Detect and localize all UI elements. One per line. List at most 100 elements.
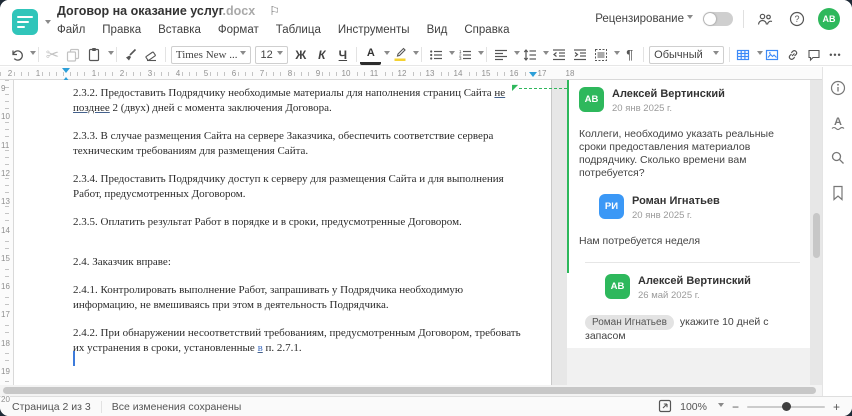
- help-button[interactable]: ?: [786, 8, 808, 30]
- app-logo-button[interactable]: [12, 9, 38, 35]
- font-name-combo[interactable]: Times New ...: [170, 45, 252, 64]
- h-ruler-number: 16: [507, 68, 521, 79]
- line-spacing-caret[interactable]: [540, 45, 550, 65]
- numbered-list-button[interactable]: 123: [454, 45, 475, 65]
- comment-connector-line: [519, 88, 567, 89]
- zoom-value[interactable]: 100%: [680, 401, 707, 413]
- cut-button[interactable]: ✂: [42, 45, 63, 65]
- review-toggle[interactable]: [703, 12, 733, 26]
- comment-date: 26 май 2025 г.: [638, 290, 700, 301]
- comment-item[interactable]: АВ Алексей Вертинский 26 май 2025 г. Роман …: [585, 262, 800, 343]
- horizontal-scrollbar-thumb[interactable]: [3, 387, 816, 394]
- align-left-icon: [494, 49, 507, 60]
- spellcheck-button[interactable]: А: [827, 112, 849, 134]
- insert-link-button[interactable]: [783, 45, 804, 65]
- toolbar: ✂ Times New ... 12 Ж К Ч А 1 2 3 ¶ Обычн…: [0, 44, 852, 66]
- app-window: Договор на оказание услуг.docx ⚐ Файл Прав…: [0, 0, 852, 416]
- bookmarks-button[interactable]: [827, 182, 849, 204]
- vertical-scrollbar-thumb[interactable]: [813, 213, 820, 258]
- review-dropdown[interactable]: Рецензирование: [595, 13, 693, 25]
- insert-table-caret[interactable]: [754, 45, 763, 65]
- menu-item-Правка[interactable]: Правка: [102, 24, 141, 36]
- underline-button[interactable]: Ч: [332, 45, 353, 65]
- line-spacing-button[interactable]: [519, 45, 540, 65]
- menu-item-Справка[interactable]: Справка: [464, 24, 509, 36]
- bullet-list-button[interactable]: [425, 45, 446, 65]
- share-users-button[interactable]: [754, 8, 776, 30]
- format-painter-button[interactable]: [120, 45, 141, 65]
- comment-item[interactable]: РИ Роман Игнатьев 20 янв 2025 г. Нам потреб…: [579, 194, 800, 248]
- comment-text: Роман Игнатьев укажите 10 дней с запасом: [585, 315, 769, 342]
- h-ruler-number: 5: [201, 68, 211, 79]
- insert-image-button[interactable]: [762, 45, 783, 65]
- editor-area: 2.3.2. Предоставить Подрядчику необходим…: [0, 80, 852, 396]
- clear-style-button[interactable]: [141, 45, 162, 65]
- about-button[interactable]: [827, 77, 849, 99]
- paste-button[interactable]: [84, 45, 105, 65]
- italic-button[interactable]: К: [311, 45, 332, 65]
- h-ruler-ticks: [0, 72, 552, 76]
- more-tools-button[interactable]: •••: [825, 45, 846, 65]
- font-name-value: Times New ...: [175, 48, 238, 61]
- right-sidebar: А: [822, 67, 852, 396]
- insert-table-button[interactable]: [733, 45, 754, 65]
- font-color-caret[interactable]: [381, 45, 391, 65]
- highlight-caret[interactable]: [410, 45, 420, 65]
- menu-item-Инструменты[interactable]: Инструменты: [338, 24, 410, 36]
- align-caret[interactable]: [511, 45, 521, 65]
- comment-item[interactable]: АВ Алексей Вертинский 20 янв 2025 г. Коллег…: [579, 87, 800, 180]
- h-ruler-number: 4: [173, 68, 183, 79]
- comment-button[interactable]: [804, 45, 825, 65]
- comment-author: Роман Игнатьев: [632, 195, 720, 207]
- zoom-slider-thumb[interactable]: [782, 402, 792, 411]
- toolbar-separator: [643, 47, 645, 62]
- menu-item-Вставка[interactable]: Вставка: [158, 24, 201, 36]
- fit-width-button[interactable]: [658, 399, 672, 415]
- style-combo[interactable]: Обычный: [649, 45, 725, 64]
- font-color-button[interactable]: А: [360, 45, 382, 65]
- bold-button[interactable]: Ж: [290, 45, 311, 65]
- numbered-list-caret[interactable]: [475, 45, 485, 65]
- comment-avatar: АВ: [605, 274, 630, 299]
- increase-indent-button[interactable]: [569, 45, 590, 65]
- zoom-out-button[interactable]: −: [732, 401, 739, 413]
- copy-button[interactable]: [63, 45, 84, 65]
- text-segment: 2.3.3. В случае размещения Сайта на серв…: [73, 130, 494, 157]
- show-paragraph-marks-button[interactable]: ¶: [619, 45, 640, 65]
- paragraph: 2.3.2. Предоставить Подрядчику необходим…: [73, 86, 558, 116]
- text-segment: 2.3.5. Оплатить результат Работ в порядк…: [73, 216, 462, 228]
- highlight-button[interactable]: [389, 45, 410, 65]
- flag-icon[interactable]: ⚐: [269, 4, 280, 18]
- bookmark-icon: [832, 185, 843, 201]
- paste-caret[interactable]: [105, 45, 114, 65]
- h-ruler-number: 13: [423, 68, 437, 79]
- font-size-combo[interactable]: 12: [255, 45, 289, 64]
- horizontal-scrollbar[interactable]: [0, 385, 822, 396]
- numbered-list-icon: 123: [459, 49, 471, 61]
- undo-button[interactable]: [6, 45, 27, 65]
- align-button[interactable]: [490, 45, 511, 65]
- decrease-indent-button[interactable]: [548, 45, 569, 65]
- undo-caret[interactable]: [27, 45, 36, 65]
- paragraph-border-caret[interactable]: [611, 45, 621, 65]
- zoom-caret-icon[interactable]: [717, 403, 724, 410]
- menu-item-Таблица[interactable]: Таблица: [276, 24, 321, 36]
- search-button[interactable]: [827, 147, 849, 169]
- h-ruler-number: 1: [33, 68, 43, 79]
- v-ruler-number: 11: [1, 140, 10, 150]
- zoom-controls: 100% − +: [658, 399, 840, 415]
- bullet-list-caret[interactable]: [446, 45, 456, 65]
- user-avatar[interactable]: АВ: [818, 8, 840, 30]
- zoom-slider[interactable]: [746, 402, 825, 411]
- h-ruler-number: 1: [89, 68, 99, 79]
- zoom-in-button[interactable]: +: [833, 401, 840, 413]
- menu-item-Файл[interactable]: Файл: [57, 24, 85, 36]
- paste-icon: [89, 48, 100, 62]
- menu-item-Вид[interactable]: Вид: [427, 24, 448, 36]
- comment-thread: АВ Алексей Вертинский 20 янв 2025 г. Коллег…: [567, 80, 810, 357]
- v-ruler-number: 15: [1, 253, 10, 263]
- logo-caret-icon[interactable]: [45, 20, 51, 27]
- paragraph-border-button[interactable]: [590, 45, 611, 65]
- v-ruler-number: 17: [1, 310, 10, 320]
- menu-item-Формат[interactable]: Формат: [218, 24, 259, 36]
